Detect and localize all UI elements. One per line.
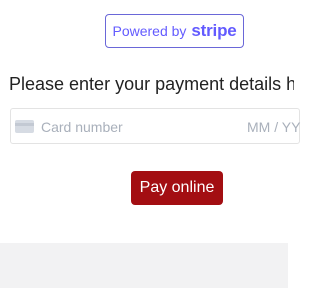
footer-band: [0, 243, 288, 288]
payment-details-prompt: Please enter your payment details here:: [9, 74, 294, 94]
card-number-input[interactable]: Card number: [41, 119, 123, 135]
powered-by-stripe-badge[interactable]: Powered by stripe: [105, 14, 244, 48]
pay-online-button[interactable]: Pay online: [131, 171, 223, 205]
powered-by-text: Powered by: [112, 23, 187, 39]
credit-card-icon: [15, 120, 34, 133]
card-expiry-input[interactable]: MM / YY: [247, 119, 300, 135]
card-input-field[interactable]: Card number MM / YY: [10, 108, 300, 144]
stripe-logo: stripe: [191, 21, 237, 40]
